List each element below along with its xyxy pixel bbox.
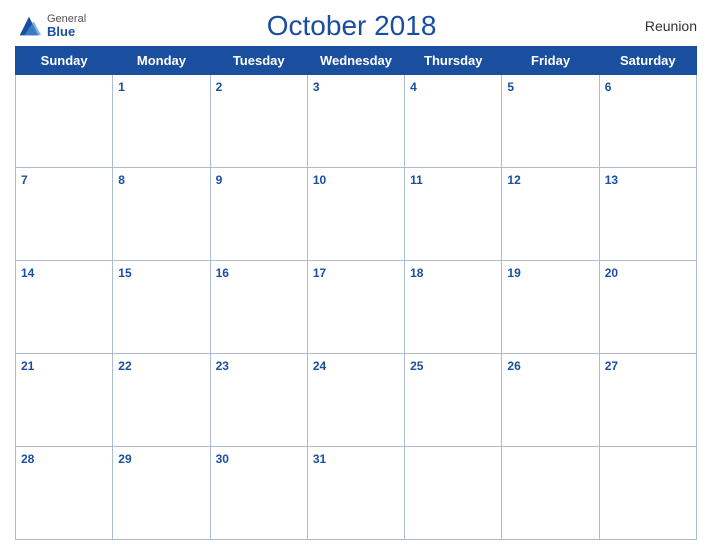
day-number: 3 xyxy=(313,80,320,94)
calendar-cell: 27 xyxy=(599,354,696,447)
calendar-week-row: 1 2 3 4 5 6 xyxy=(16,75,697,168)
calendar-cell xyxy=(599,447,696,540)
calendar-week-row: 7 8 9 10 11 12 13 xyxy=(16,168,697,261)
calendar-cell: 28 xyxy=(16,447,113,540)
day-number: 21 xyxy=(21,359,34,373)
day-number: 2 xyxy=(216,80,223,94)
calendar-cell: 13 xyxy=(599,168,696,261)
header-friday: Friday xyxy=(502,47,599,75)
day-number: 12 xyxy=(507,173,520,187)
day-number: 14 xyxy=(21,266,34,280)
day-number: 22 xyxy=(118,359,131,373)
calendar-cell xyxy=(502,447,599,540)
calendar-cell: 1 xyxy=(113,75,210,168)
header-thursday: Thursday xyxy=(405,47,502,75)
calendar-cell: 10 xyxy=(307,168,404,261)
day-number: 1 xyxy=(118,80,125,94)
logo-area: General Blue xyxy=(15,12,86,40)
day-number: 29 xyxy=(118,452,131,466)
day-number: 26 xyxy=(507,359,520,373)
day-number: 18 xyxy=(410,266,423,280)
calendar-week-row: 21 22 23 24 25 26 27 xyxy=(16,354,697,447)
month-title: October 2018 xyxy=(86,10,617,42)
day-number: 19 xyxy=(507,266,520,280)
calendar-cell: 21 xyxy=(16,354,113,447)
day-number: 15 xyxy=(118,266,131,280)
day-number: 31 xyxy=(313,452,326,466)
header-monday: Monday xyxy=(113,47,210,75)
calendar-cell: 25 xyxy=(405,354,502,447)
calendar-week-row: 14 15 16 17 18 19 20 xyxy=(16,261,697,354)
calendar-wrapper: General Blue October 2018 Reunion Sunday… xyxy=(0,0,712,550)
calendar-cell: 7 xyxy=(16,168,113,261)
calendar-cell: 11 xyxy=(405,168,502,261)
day-number: 10 xyxy=(313,173,326,187)
logo-blue-label: Blue xyxy=(47,25,86,38)
calendar-cell: 22 xyxy=(113,354,210,447)
day-number: 24 xyxy=(313,359,326,373)
calendar-cell: 26 xyxy=(502,354,599,447)
calendar-cell: 24 xyxy=(307,354,404,447)
calendar-week-row: 28 29 30 31 xyxy=(16,447,697,540)
calendar-table: Sunday Monday Tuesday Wednesday Thursday… xyxy=(15,46,697,540)
day-number: 11 xyxy=(410,173,423,187)
header-tuesday: Tuesday xyxy=(210,47,307,75)
calendar-cell: 9 xyxy=(210,168,307,261)
day-number: 13 xyxy=(605,173,618,187)
day-number: 5 xyxy=(507,80,514,94)
day-number: 30 xyxy=(216,452,229,466)
calendar-cell: 3 xyxy=(307,75,404,168)
calendar-cell: 31 xyxy=(307,447,404,540)
calendar-cell xyxy=(405,447,502,540)
header-sunday: Sunday xyxy=(16,47,113,75)
day-number: 20 xyxy=(605,266,618,280)
day-number: 9 xyxy=(216,173,223,187)
calendar-cell: 14 xyxy=(16,261,113,354)
header-wednesday: Wednesday xyxy=(307,47,404,75)
calendar-cell: 2 xyxy=(210,75,307,168)
day-number: 7 xyxy=(21,173,28,187)
calendar-cell: 8 xyxy=(113,168,210,261)
calendar-cell: 30 xyxy=(210,447,307,540)
calendar-cell: 19 xyxy=(502,261,599,354)
day-number: 23 xyxy=(216,359,229,373)
day-number: 25 xyxy=(410,359,423,373)
calendar-cell: 18 xyxy=(405,261,502,354)
weekday-header-row: Sunday Monday Tuesday Wednesday Thursday… xyxy=(16,47,697,75)
header-saturday: Saturday xyxy=(599,47,696,75)
calendar-cell: 4 xyxy=(405,75,502,168)
calendar-cell: 16 xyxy=(210,261,307,354)
calendar-cell xyxy=(16,75,113,168)
day-number: 17 xyxy=(313,266,326,280)
calendar-cell: 29 xyxy=(113,447,210,540)
day-number: 6 xyxy=(605,80,612,94)
logo-icon xyxy=(15,12,43,40)
calendar-cell: 20 xyxy=(599,261,696,354)
header: General Blue October 2018 Reunion xyxy=(15,10,697,42)
day-number: 8 xyxy=(118,173,125,187)
day-number: 16 xyxy=(216,266,229,280)
day-number: 28 xyxy=(21,452,34,466)
calendar-cell: 5 xyxy=(502,75,599,168)
logo-text: General Blue xyxy=(47,14,86,38)
calendar-cell: 6 xyxy=(599,75,696,168)
calendar-cell: 17 xyxy=(307,261,404,354)
calendar-cell: 12 xyxy=(502,168,599,261)
calendar-cell: 15 xyxy=(113,261,210,354)
calendar-cell: 23 xyxy=(210,354,307,447)
day-number: 27 xyxy=(605,359,618,373)
day-number: 4 xyxy=(410,80,417,94)
region-label: Reunion xyxy=(617,18,697,34)
